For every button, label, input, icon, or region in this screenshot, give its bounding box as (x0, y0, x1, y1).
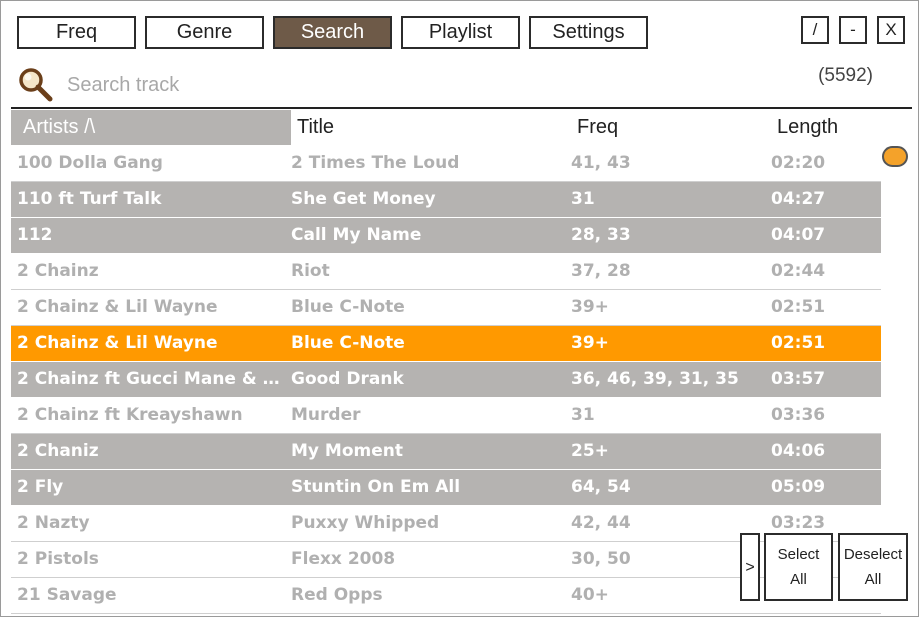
column-header-freq[interactable]: Freq (577, 110, 727, 145)
select-all-label-line2: All (790, 571, 807, 588)
cell-freq: 37, 28 (571, 261, 631, 281)
cell-title: Flexx 2008 (291, 549, 396, 569)
column-header-title[interactable]: Title (297, 110, 497, 145)
cell-freq: 31 (571, 189, 595, 209)
cell-freq: 39+ (571, 297, 609, 317)
cell-freq: 39+ (571, 333, 609, 353)
cell-length: 02:51 (771, 333, 826, 353)
cell-freq: 30, 50 (571, 549, 631, 569)
cell-artist: 112 (17, 225, 53, 245)
close-button[interactable]: X (877, 16, 905, 44)
table-row[interactable]: 2 Chainz & Lil Wayne Blue C-Note 39+ 02:51 (11, 290, 881, 326)
cell-artist: 2 Chainz ft Kreayshawn (17, 405, 243, 425)
header-divider (11, 107, 912, 109)
cell-length: 04:07 (771, 225, 826, 245)
cell-artist: 2 Chainz & Lil Wayne (17, 297, 218, 317)
tab-freq[interactable]: Freq (17, 16, 136, 49)
cell-length: 04:06 (771, 441, 826, 461)
cell-length: 02:51 (771, 297, 826, 317)
tab-settings[interactable]: Settings (529, 16, 648, 49)
tab-search[interactable]: Search (273, 16, 392, 49)
table-row[interactable]: 2 Chainz & Lil Wayne Blue C-Note 39+ 02:51 (11, 326, 881, 362)
cell-artist: 2 Chaniz (17, 441, 99, 461)
cell-title: She Get Money (291, 189, 436, 209)
cell-title: Murder (291, 405, 361, 425)
minimize-button[interactable]: - (839, 16, 867, 44)
table-row[interactable]: 2 Chaniz My Moment 25+ 04:06 (11, 434, 881, 470)
search-input[interactable] (65, 69, 489, 101)
column-header-length[interactable]: Length (777, 110, 877, 145)
tab-genre[interactable]: Genre (145, 16, 264, 49)
cell-length: 05:09 (771, 477, 826, 497)
cell-freq: 28, 33 (571, 225, 631, 245)
cell-artist: 2 Nazty (17, 513, 90, 533)
select-all-label-line1: Select (777, 546, 820, 563)
cell-artist: 2 Fly (17, 477, 64, 497)
column-header-artists[interactable]: Artists /\ (11, 110, 291, 145)
table-row[interactable]: 112 Call My Name 28, 33 04:07 (11, 218, 881, 254)
scrollbar-thumb[interactable] (882, 146, 908, 167)
cell-freq: 42, 44 (571, 513, 631, 533)
cell-freq: 41, 43 (571, 153, 631, 173)
cell-title: My Moment (291, 441, 403, 461)
cell-artist: 2 Pistols (17, 549, 99, 569)
cell-title: Blue C-Note (291, 297, 405, 317)
cell-artist: 100 Dolla Gang (17, 153, 163, 173)
cell-title: 2 Times The Loud (291, 153, 460, 173)
table-row[interactable]: 110 ft Turf Talk She Get Money 31 04:27 (11, 182, 881, 218)
table-row[interactable]: 2 Fly Stuntin On Em All 64, 54 05:09 (11, 470, 881, 506)
cell-title: Riot (291, 261, 330, 281)
expand-button[interactable]: > (740, 533, 760, 601)
table-row[interactable]: 100 Dolla Gang 2 Times The Loud 41, 43 02:2… (11, 146, 881, 182)
table-row[interactable]: 2 Chainz Riot 37, 28 02:44 (11, 254, 881, 290)
cell-freq: 40+ (571, 585, 609, 605)
cell-freq: 31 (571, 405, 595, 425)
cell-artist: 2 Chainz & Lil Wayne (17, 333, 218, 353)
cell-title: Stuntin On Em All (291, 477, 461, 497)
cell-freq: 64, 54 (571, 477, 631, 497)
edit-window-button[interactable]: / (801, 16, 829, 44)
search-icon[interactable] (18, 67, 54, 103)
select-all-button[interactable]: Select All (764, 533, 833, 601)
cell-length: 03:36 (771, 405, 826, 425)
cell-freq: 25+ (571, 441, 609, 461)
cell-freq: 36, 46, 39, 31, 35 (571, 369, 739, 389)
deselect-all-button[interactable]: Deselect All (838, 533, 908, 601)
deselect-all-label-line1: Deselect (843, 546, 903, 563)
table-row[interactable]: 2 Chainz ft Gucci Mane & Qu... Good Drank… (11, 362, 881, 398)
cell-artist: 2 Chainz ft Gucci Mane & Qu... (17, 369, 289, 389)
result-count: (5592) (818, 65, 873, 86)
cell-length: 03:57 (771, 369, 826, 389)
cell-title: Puxxy Whipped (291, 513, 440, 533)
cell-artist: 21 Savage (17, 585, 117, 605)
cell-title: Good Drank (291, 369, 404, 389)
cell-length: 02:44 (771, 261, 826, 281)
cell-length: 02:20 (771, 153, 826, 173)
cell-title: Blue C-Note (291, 333, 405, 353)
cell-title: Call My Name (291, 225, 422, 245)
deselect-all-label-line2: All (864, 571, 882, 588)
cell-artist: 110 ft Turf Talk (17, 189, 162, 209)
cell-length: 04:27 (771, 189, 826, 209)
cell-title: Red Opps (291, 585, 383, 605)
app-window: Freq Genre Search Playlist Settings / - … (0, 0, 919, 617)
table-row[interactable]: 2 Chainz ft Kreayshawn Murder 31 03:36 (11, 398, 881, 434)
cell-artist: 2 Chainz (17, 261, 99, 281)
tab-playlist[interactable]: Playlist (401, 16, 520, 49)
